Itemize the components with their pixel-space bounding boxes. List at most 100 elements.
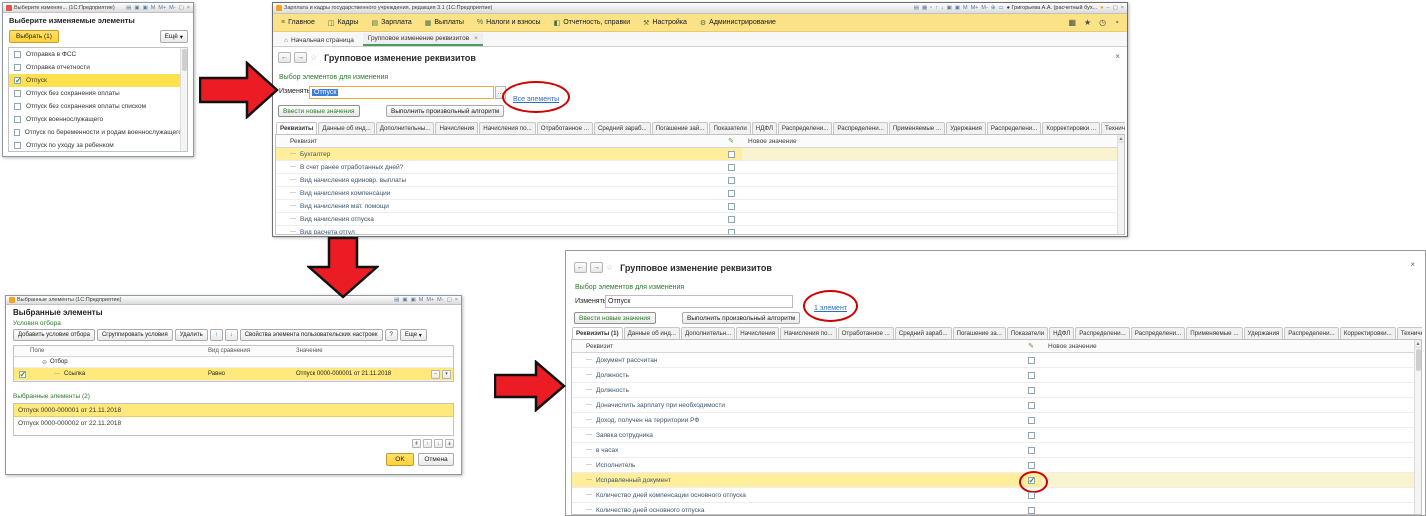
cancel-button[interactable]: Отмена	[418, 453, 454, 466]
category-tab[interactable]: Данные об инд...	[624, 327, 680, 339]
choose-button[interactable]: ...	[495, 86, 506, 99]
filter-conditions-heading[interactable]: Условия отбора	[13, 320, 61, 327]
change-checkbox[interactable]	[728, 216, 735, 223]
item-checkbox[interactable]	[14, 142, 21, 149]
user-menu[interactable]: ● Григорьева А.А. (расчетный бух...	[1007, 5, 1098, 11]
category-tab[interactable]: Средний зараб...	[594, 122, 651, 134]
attribute-row[interactable]: — Количество дней основного отпуска	[572, 503, 1421, 515]
delete-button[interactable]: Удалить	[175, 329, 208, 341]
category-tab[interactable]: Удержания	[946, 122, 986, 134]
maximize-icon[interactable]: ▢	[447, 297, 452, 303]
category-tab[interactable]: Начисления	[435, 122, 478, 134]
scroll-up-icon[interactable]: ▲	[1415, 340, 1421, 348]
selected-element-item[interactable]: Отпуск 0000-000002 от 22.11.2018	[14, 417, 453, 430]
attribute-row[interactable]: — Вид начисления единовр. выплаты	[276, 174, 1124, 187]
item-checkbox[interactable]	[14, 90, 21, 97]
checklist-item[interactable]: Отпуск по беременности и родам военнослу…	[9, 126, 187, 139]
category-tab[interactable]: НДФЛ	[1049, 327, 1074, 339]
change-checkbox[interactable]	[728, 151, 735, 158]
section-selection-link[interactable]: Выбор элементов для изменения	[575, 284, 684, 291]
attribute-row[interactable]: — В счет ранее отработанных дней?	[276, 161, 1124, 174]
titlebar-icon[interactable]: ⊕	[991, 5, 996, 11]
close-icon[interactable]: ×	[455, 297, 458, 303]
change-checkbox[interactable]	[1028, 447, 1035, 454]
menu-section-item[interactable]: ◧ Отчетность, справки	[554, 19, 631, 27]
attribute-row[interactable]: — Вид начисления компенсации	[276, 187, 1124, 200]
category-tab[interactable]: Начисления по...	[479, 122, 536, 134]
attribute-row[interactable]: — Вид начисления мат. помощи	[276, 200, 1124, 213]
category-tab[interactable]: Показатели	[709, 122, 750, 134]
category-tab[interactable]: НДФЛ	[752, 122, 777, 134]
all-elements-link[interactable]: Все элементы	[513, 96, 559, 103]
attribute-row[interactable]: — Документ рассчитан	[572, 353, 1421, 368]
change-checkbox[interactable]	[1028, 387, 1035, 394]
minimize-icon[interactable]: –	[1107, 5, 1110, 11]
move-down-icon[interactable]: ↓	[434, 439, 443, 448]
category-tab[interactable]: Применяемые ...	[889, 122, 945, 134]
clear-value-icon[interactable]: –	[431, 370, 440, 379]
item-checkbox[interactable]	[14, 64, 21, 71]
run-algorithm-button[interactable]: Выполнить произвольный алгоритм	[386, 105, 504, 117]
category-tab[interactable]: Отработанное ...	[537, 122, 593, 134]
change-checkbox[interactable]	[1028, 432, 1035, 439]
category-tab[interactable]: Отработанное ...	[838, 327, 894, 339]
category-tab[interactable]: Показатели	[1007, 327, 1048, 339]
titlebar-icon[interactable]: ▣	[411, 297, 416, 303]
titlebar-icon[interactable]: ↓	[941, 5, 944, 11]
menu-section-item[interactable]: % Налоги и взносы	[477, 19, 541, 26]
titlebar-icon[interactable]: ▣	[955, 5, 960, 11]
menu-section-item[interactable]: ◫ Кадры	[328, 19, 359, 27]
titlebar-icon[interactable]: ▭	[998, 5, 1003, 11]
checklist-item[interactable]: Отправка в ФСС	[9, 48, 187, 61]
maximize-icon[interactable]: ▢	[1113, 5, 1118, 11]
attribute-row[interactable]: — Количество дней компенсации основного …	[572, 488, 1421, 503]
checklist-item[interactable]: Отпуск	[9, 74, 187, 87]
category-tab[interactable]: Распределени...	[1131, 327, 1185, 339]
enter-values-button[interactable]: Ввести новые значения	[574, 312, 656, 324]
titlebar-icon[interactable]: ▣	[134, 5, 139, 11]
titlebar-icon[interactable]: M-	[169, 5, 175, 11]
column-attribute[interactable]: Реквизит	[276, 138, 720, 145]
form-close-icon[interactable]: ×	[1410, 260, 1415, 269]
menu-section-item[interactable]: ▤ Зарплата	[371, 19, 411, 27]
help-button[interactable]: ?	[385, 329, 398, 341]
titlebar-icon[interactable]: M-	[981, 5, 987, 11]
select-button[interactable]: Выбрать (1)	[9, 30, 59, 43]
change-checkbox[interactable]	[1028, 462, 1035, 469]
attribute-row[interactable]: — Должность	[572, 368, 1421, 383]
discussions-icon[interactable]: ●	[1100, 5, 1103, 11]
more-button[interactable]: Ещё ▾	[160, 30, 188, 43]
grid-icon[interactable]: ▦	[1068, 18, 1076, 27]
titlebar-icon[interactable]: ▤	[394, 297, 399, 303]
change-checkbox[interactable]	[1028, 372, 1035, 379]
add-condition-button[interactable]: Добавить условие отбора	[13, 329, 95, 341]
item-checkbox[interactable]	[14, 51, 21, 58]
category-tab[interactable]: Реквизиты	[276, 122, 317, 134]
back-button[interactable]: ←	[278, 52, 291, 63]
move-up-icon[interactable]: ↑	[423, 439, 432, 448]
column-new-value[interactable]: Новое значение	[742, 138, 1124, 145]
checklist-item[interactable]: Отпуск без сохранения оплаты	[9, 87, 187, 100]
attribute-row[interactable]: — Исполнитель	[572, 458, 1421, 473]
notifications-icon[interactable]: ◔	[1114, 18, 1119, 27]
titlebar-icon[interactable]: M-	[437, 297, 443, 303]
change-checkbox[interactable]	[1028, 492, 1035, 499]
close-icon[interactable]: ×	[187, 5, 190, 11]
menu-section-item[interactable]: ≡ Главное	[281, 19, 315, 26]
item-checkbox[interactable]	[14, 129, 20, 136]
enter-values-button[interactable]: Ввести новые значения	[278, 105, 360, 117]
checklist-item[interactable]: Отпуск без сохранения оплаты списком	[9, 100, 187, 113]
favorite-star-icon[interactable]: ☆	[606, 263, 613, 272]
back-button[interactable]: ←	[574, 262, 587, 273]
move-up-button[interactable]: ↑	[210, 329, 223, 341]
change-checkbox[interactable]	[1028, 477, 1035, 484]
filter-group-row[interactable]: ⊖ Отбор	[14, 357, 453, 368]
titlebar-icon[interactable]: ▤	[126, 5, 131, 11]
category-tab[interactable]: Средний зараб...	[895, 327, 952, 339]
change-checkbox[interactable]	[728, 190, 735, 197]
category-tab[interactable]: Технические з...	[1101, 122, 1125, 134]
history-icon[interactable]: ◷	[1099, 18, 1106, 27]
category-tab[interactable]: Дополнительны...	[376, 122, 435, 134]
form-close-icon[interactable]: ×	[1115, 52, 1120, 61]
change-checkbox[interactable]	[1028, 402, 1035, 409]
